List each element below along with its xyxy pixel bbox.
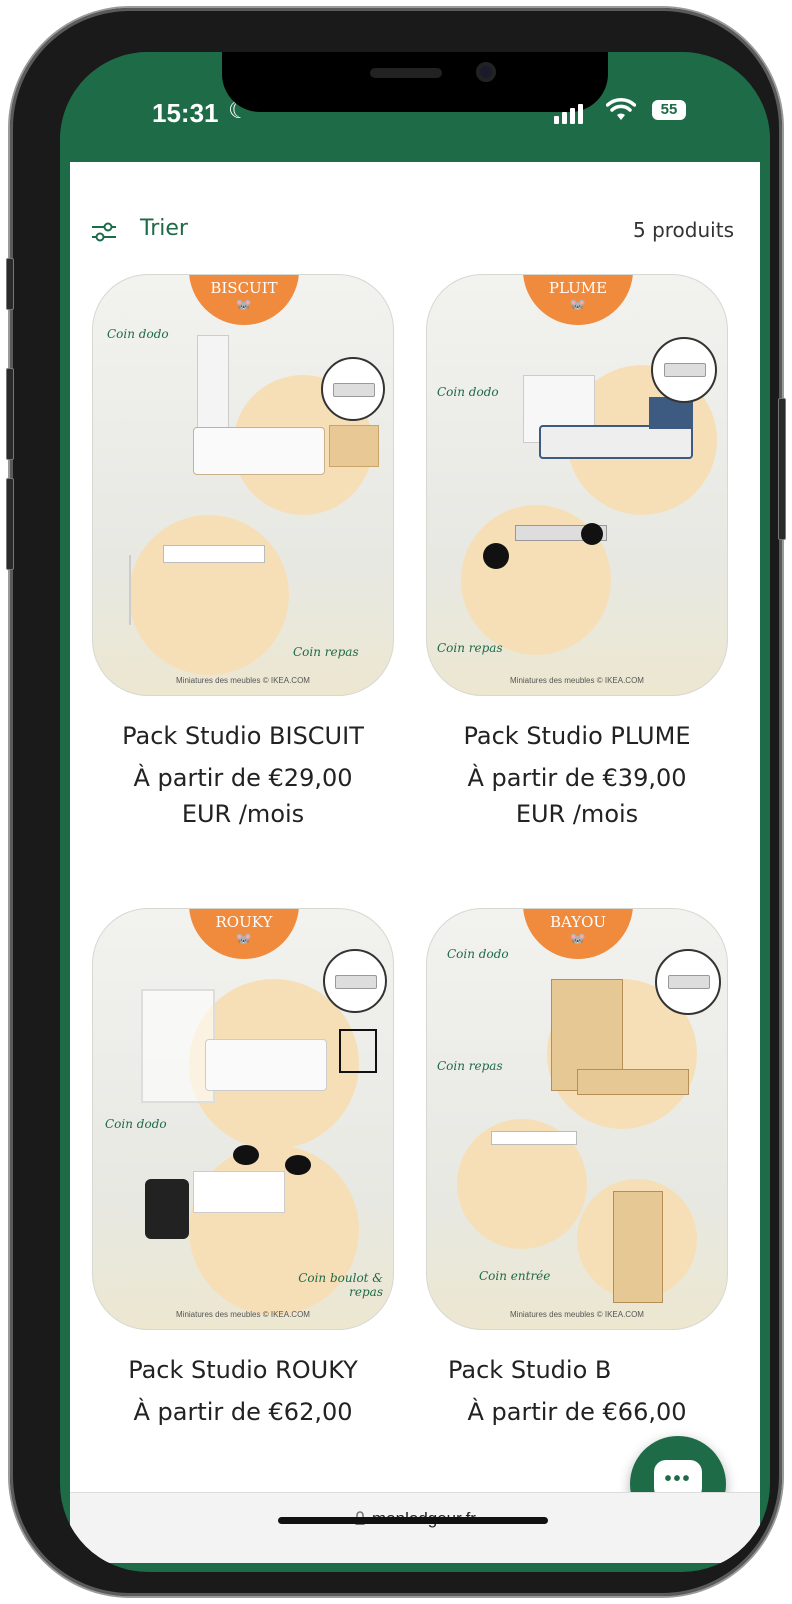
sort-sliders-icon[interactable]	[90, 220, 118, 244]
badge-label: ROUKY	[215, 913, 273, 931]
image-credit: Miniatures des meubles © IKEA.COM	[176, 676, 310, 685]
accent-circle	[129, 515, 289, 675]
zone-label: Coin dodo	[447, 947, 509, 961]
browser-url-bar[interactable]: monlodgeur.fr	[70, 1492, 760, 1563]
shoe-cabinet	[613, 1191, 663, 1303]
filter-row: Trier 5 produits	[90, 214, 740, 250]
image-credit: Miniatures des meubles © IKEA.COM	[176, 1310, 310, 1319]
product-title[interactable]: Pack Studio BISCUIT	[92, 722, 394, 750]
mascot-icon: 🐭	[235, 931, 253, 946]
product-card-biscuit[interactable]: BISCUIT 🐭 Coin dodo Coin repas Miniature…	[92, 274, 394, 832]
zone-label: Coin entrée	[479, 1269, 551, 1283]
chair	[581, 523, 603, 545]
product-price: À partir de €66,00	[426, 1394, 728, 1430]
product-image[interactable]: ROUKY 🐭 Coin dodo Coin boulot & repas Mi…	[92, 908, 394, 1330]
phone-frame: 15:31 ☾ 55 Trier 5 produits BISCUIT 🐭 Co…	[6, 8, 786, 1596]
price-line: À partir de €39,00	[467, 764, 687, 792]
badge-label: PLUME	[548, 279, 608, 297]
zone-label: Coin repas	[293, 645, 359, 659]
wifi-icon	[606, 98, 636, 120]
zone-label: Coin dodo	[437, 385, 499, 399]
product-image[interactable]: BISCUIT 🐭 Coin dodo Coin repas Miniature…	[92, 274, 394, 696]
bed	[539, 425, 693, 459]
product-title[interactable]: Pack Studio B	[426, 1356, 728, 1384]
mascot-icon: 🐭	[569, 297, 587, 312]
status-bar: 15:31 ☾ 55	[60, 52, 770, 162]
mattress-thumbnail	[323, 949, 387, 1013]
battery-indicator: 55	[652, 100, 686, 120]
product-count: 5 produits	[633, 218, 734, 242]
status-time: 15:31	[152, 98, 219, 128]
price-line: À partir de €62,00	[133, 1398, 353, 1426]
dining-table	[491, 1131, 577, 1145]
price-line: À partir de €29,00	[133, 764, 353, 792]
product-card-bayou[interactable]: BAYOU 🐭 Coin dodo Coin repas Coin entrée…	[426, 908, 728, 1430]
dining-table	[163, 545, 265, 563]
product-badge: BAYOU 🐭	[523, 909, 633, 959]
product-image[interactable]: PLUME 🐭 Coin dodo Coin repas Miniatures …	[426, 274, 728, 696]
badge-label: BAYOU	[549, 913, 607, 931]
price-line: À partir de €66,00	[467, 1398, 687, 1426]
zone-label: Coin repas	[437, 641, 503, 655]
office-chair	[145, 1179, 189, 1239]
page-content: Trier 5 produits BISCUIT 🐭 Coin dodo Coi…	[70, 162, 760, 1563]
sort-button[interactable]: Trier	[140, 216, 188, 241]
volume-down-button	[6, 478, 14, 570]
product-badge: ROUKY 🐭	[189, 909, 299, 959]
speaker	[370, 68, 442, 78]
clothes-rack	[141, 989, 215, 1103]
mattress-thumbnail	[651, 337, 717, 403]
price-line: EUR /mois	[181, 800, 305, 828]
bed	[193, 427, 325, 475]
product-title[interactable]: Pack Studio ROUKY	[92, 1356, 394, 1384]
product-price: À partir de €29,00 EUR /mois	[92, 760, 394, 832]
nightstand	[339, 1029, 377, 1073]
silent-switch	[6, 258, 14, 310]
mascot-icon: 🐭	[235, 297, 253, 312]
desk	[193, 1171, 285, 1213]
chair	[233, 1145, 259, 1165]
product-badge: PLUME 🐭	[523, 275, 633, 325]
product-badge: BISCUIT 🐭	[189, 275, 299, 325]
mattress-thumbnail	[655, 949, 721, 1015]
front-camera	[476, 62, 496, 82]
chair	[483, 543, 509, 569]
nightstand	[329, 425, 379, 467]
product-card-plume[interactable]: PLUME 🐭 Coin dodo Coin repas Miniatures …	[426, 274, 728, 832]
volume-up-button	[6, 368, 14, 460]
zone-label: Coin boulot & repas	[298, 1271, 383, 1299]
signal-icon	[554, 104, 586, 124]
storage-bed	[205, 1039, 327, 1091]
image-credit: Miniatures des meubles © IKEA.COM	[510, 1310, 644, 1319]
zone-label: Coin dodo	[107, 327, 169, 341]
phone-screen: 15:31 ☾ 55 Trier 5 produits BISCUIT 🐭 Co…	[60, 52, 770, 1572]
bed	[577, 1069, 689, 1095]
badge-label: BISCUIT	[210, 279, 278, 297]
product-price: À partir de €39,00 EUR /mois	[426, 760, 728, 832]
zone-label: Coin repas	[437, 1059, 503, 1073]
mascot-icon: 🐭	[569, 931, 587, 946]
image-credit: Miniatures des meubles © IKEA.COM	[510, 676, 644, 685]
product-title[interactable]: Pack Studio PLUME	[426, 722, 728, 750]
notch	[222, 52, 608, 112]
chair	[129, 555, 143, 625]
chair	[285, 1155, 311, 1175]
product-card-rouky[interactable]: ROUKY 🐭 Coin dodo Coin boulot & repas Mi…	[92, 908, 394, 1430]
price-line: EUR /mois	[515, 800, 639, 828]
product-price: À partir de €62,00	[92, 1394, 394, 1430]
product-image[interactable]: BAYOU 🐭 Coin dodo Coin repas Coin entrée…	[426, 908, 728, 1330]
zone-label: Coin dodo	[105, 1117, 167, 1131]
power-button	[778, 398, 786, 540]
mattress-thumbnail	[321, 357, 385, 421]
home-indicator[interactable]	[278, 1517, 548, 1524]
